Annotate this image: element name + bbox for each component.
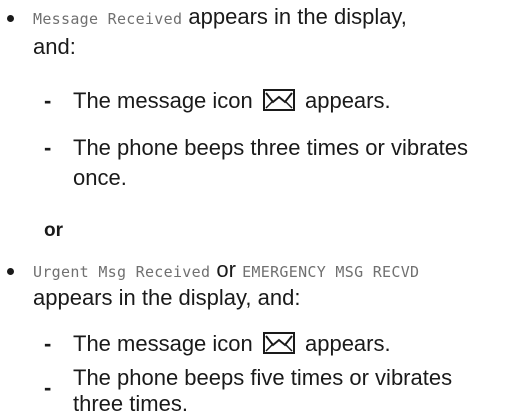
message-envelope-icon	[262, 89, 295, 112]
bullet-dot	[7, 268, 14, 275]
dash-marker: -	[44, 375, 52, 400]
sub-item-beeps: The phone beeps five times or vibrates	[73, 365, 453, 390]
item-text: appears in the display,	[182, 4, 407, 29]
sub-item-beeps-cont: three times.	[73, 391, 188, 416]
lcd-text: EMERGENCY MSG RECVD	[242, 263, 420, 281]
item-line: appears in the display, and:	[33, 285, 301, 310]
item-line: Urgent Msg Received or EMERGENCY MSG REC…	[33, 257, 419, 285]
sub-item-message-icon: The message icon appears.	[73, 331, 391, 357]
message-envelope-icon	[262, 332, 295, 355]
bullet-dot	[7, 15, 14, 22]
dash-marker: -	[44, 88, 52, 113]
lcd-text: Urgent Msg Received	[33, 263, 211, 281]
dash-marker: -	[44, 331, 52, 356]
sub-item-text: The message icon	[73, 88, 259, 113]
sub-item-beeps: The phone beeps three times or vibrates	[73, 135, 469, 160]
lcd-text: Message Received	[33, 10, 183, 28]
sub-item-text: appears.	[298, 331, 391, 356]
sub-item-message-icon: The message icon appears.	[73, 88, 391, 114]
sub-item-beeps-cont: once.	[73, 165, 127, 190]
or-label: or	[44, 220, 63, 241]
item-text: or	[210, 257, 243, 282]
sub-item-text: The message icon	[73, 331, 259, 356]
item-line: Message Received appears in the display,	[33, 4, 407, 32]
sub-item-text: appears.	[298, 88, 391, 113]
item-line: and:	[33, 34, 76, 59]
dash-marker: -	[44, 135, 52, 160]
